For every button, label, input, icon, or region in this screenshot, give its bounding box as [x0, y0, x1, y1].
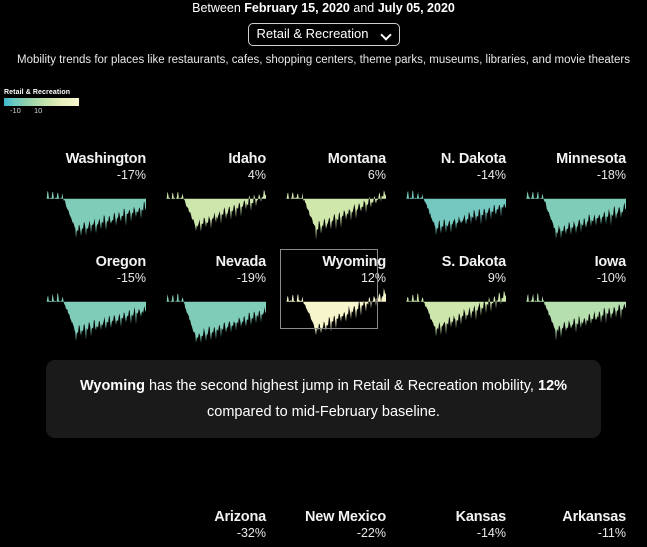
state-cell-iowa[interactable]: Iowa -10%: [526, 253, 626, 344]
state-label: Iowa: [594, 254, 627, 270]
state-value: -18%: [596, 168, 626, 182]
metric-dropdown-label: Retail & Recreation: [256, 26, 369, 41]
sparkline-iowa[interactable]: [526, 288, 626, 344]
sparkline-area: [406, 290, 506, 337]
state-value: -10%: [596, 271, 626, 285]
sparkline-area: [166, 189, 266, 232]
state-value: -22%: [356, 526, 386, 540]
annotation-highlight: 12%: [538, 378, 568, 394]
sparkline-area: [46, 190, 146, 238]
state-cell-minnesota[interactable]: Minnesota -18%: [526, 150, 626, 241]
state-cell-arkansas[interactable]: Arkansas -11%: [526, 508, 626, 547]
state-value: 4%: [247, 168, 266, 182]
state-value: -15%: [116, 271, 146, 285]
sparkline-n-dakota[interactable]: [406, 185, 506, 241]
sparkline-new-mexico[interactable]: [286, 543, 386, 547]
annotation-callout: Wyoming has the second highest jump in R…: [46, 360, 601, 438]
annotation-text: Wyoming has the second highest jump in R…: [72, 373, 575, 425]
state-label: S. Dakota: [441, 254, 506, 270]
state-label: Washington: [65, 151, 147, 167]
sparkline-area: [526, 293, 626, 341]
annotation-state: Wyoming: [79, 378, 145, 394]
state-value: -19%: [236, 271, 266, 285]
legend-ticks: -10 10: [4, 106, 79, 117]
start-date: February 15, 2020: [244, 1, 350, 15]
state-label: Arkansas: [562, 509, 626, 525]
annotation-text-3: compared to mid-February baseline.: [207, 404, 440, 420]
date-range-title: Between February 15, 2020 and July 05, 2…: [0, 0, 647, 16]
state-value: 9%: [487, 271, 506, 285]
state-label: New Mexico: [305, 509, 386, 525]
state-cell-oregon[interactable]: Oregon -15%: [46, 253, 146, 344]
state-label: Oregon: [95, 254, 147, 270]
sparkline-area: [286, 190, 386, 240]
chevron-down-icon: [381, 29, 392, 40]
sparkline-montana[interactable]: [286, 185, 386, 241]
state-label: Kansas: [455, 509, 507, 525]
state-cell-kansas[interactable]: Kansas -14%: [406, 508, 507, 547]
state-cell-idaho[interactable]: Idaho 4%: [166, 150, 266, 241]
sparkline-row: Washington -17% Idaho 4% Montana 6% N. Dakota -…: [0, 150, 647, 253]
state-label: Arizona: [214, 509, 266, 525]
color-legend: Retail & Recreation -10 10: [4, 88, 79, 117]
annotation-text-2: mobility,: [481, 378, 538, 394]
sparkline-nevada[interactable]: [166, 288, 266, 344]
metric-dropdown[interactable]: Retail & Recreation: [247, 23, 400, 46]
date-range-prefix: Between: [192, 1, 245, 15]
sparkline-washington[interactable]: [46, 185, 146, 241]
mobility-dashboard: Between February 15, 2020 and July 05, 2…: [0, 0, 647, 547]
state-cell-wyoming[interactable]: Wyoming 12%: [280, 249, 386, 344]
sparkline-row: Arizona -32% New Mexico -22% Kansas -14% Arkan…: [0, 508, 647, 547]
metric-description: Mobility trends for places like restaura…: [17, 54, 630, 66]
sparkline-minnesota[interactable]: [526, 185, 626, 241]
sparkline-idaho[interactable]: [166, 185, 266, 241]
state-value: -11%: [597, 526, 626, 540]
state-cell-nevada[interactable]: Nevada -19%: [166, 253, 266, 344]
sparkline-oregon[interactable]: [46, 288, 146, 344]
state-cell-s-dakota[interactable]: S. Dakota 9%: [406, 253, 506, 344]
state-label: N. Dakota: [440, 151, 506, 167]
legend-title: Retail & Recreation: [4, 89, 71, 96]
sparkline-row: Oregon -15% Nevada -19% Wyoming 12% S. Dakota 9…: [0, 249, 647, 356]
legend-gradient-bar: [4, 98, 79, 106]
sparkline-area: [166, 293, 266, 344]
date-range-mid: and: [349, 1, 378, 15]
state-label: Nevada: [215, 254, 267, 270]
sparkline-arkansas[interactable]: [526, 543, 626, 547]
legend-tick-low: -10: [10, 106, 21, 115]
state-cell-n-dakota[interactable]: N. Dakota -14%: [406, 150, 506, 241]
state-value: -14%: [476, 168, 506, 182]
state-cell-arizona[interactable]: Arizona -32%: [166, 508, 266, 547]
sparkline-grid: Washington -17% Idaho 4% Montana 6% N. Dakota -…: [0, 150, 647, 547]
legend-tick-high: 10: [34, 106, 43, 115]
state-value: -32%: [236, 526, 266, 540]
sparkline-arizona[interactable]: [166, 543, 266, 547]
sparkline-kansas[interactable]: [406, 543, 506, 547]
state-cell-washington[interactable]: Washington -17%: [46, 150, 146, 241]
sparkline-area: [406, 190, 506, 236]
state-label: Montana: [327, 151, 386, 167]
state-cell-new-mexico[interactable]: New Mexico -22%: [286, 508, 386, 547]
sparkline-area: [286, 288, 386, 336]
state-value: 12%: [360, 271, 386, 285]
state-value: -17%: [116, 168, 146, 182]
sparkline-s-dakota[interactable]: [406, 288, 506, 344]
state-label: Minnesota: [556, 151, 626, 167]
sparkline-wyoming[interactable]: [286, 288, 386, 344]
state-cell-montana[interactable]: Montana 6%: [286, 150, 386, 241]
state-label: Wyoming: [322, 254, 386, 270]
sparkline-area: [46, 292, 146, 342]
end-date: July 05, 2020: [377, 1, 455, 15]
sparkline-area: [526, 190, 626, 239]
metric-selector-container: Retail & Recreation: [0, 23, 647, 46]
state-value: 6%: [367, 168, 386, 182]
state-value: -14%: [476, 526, 506, 540]
state-label: Idaho: [228, 151, 266, 167]
annotation-text-1: has the second highest jump in Retail & …: [144, 378, 478, 394]
